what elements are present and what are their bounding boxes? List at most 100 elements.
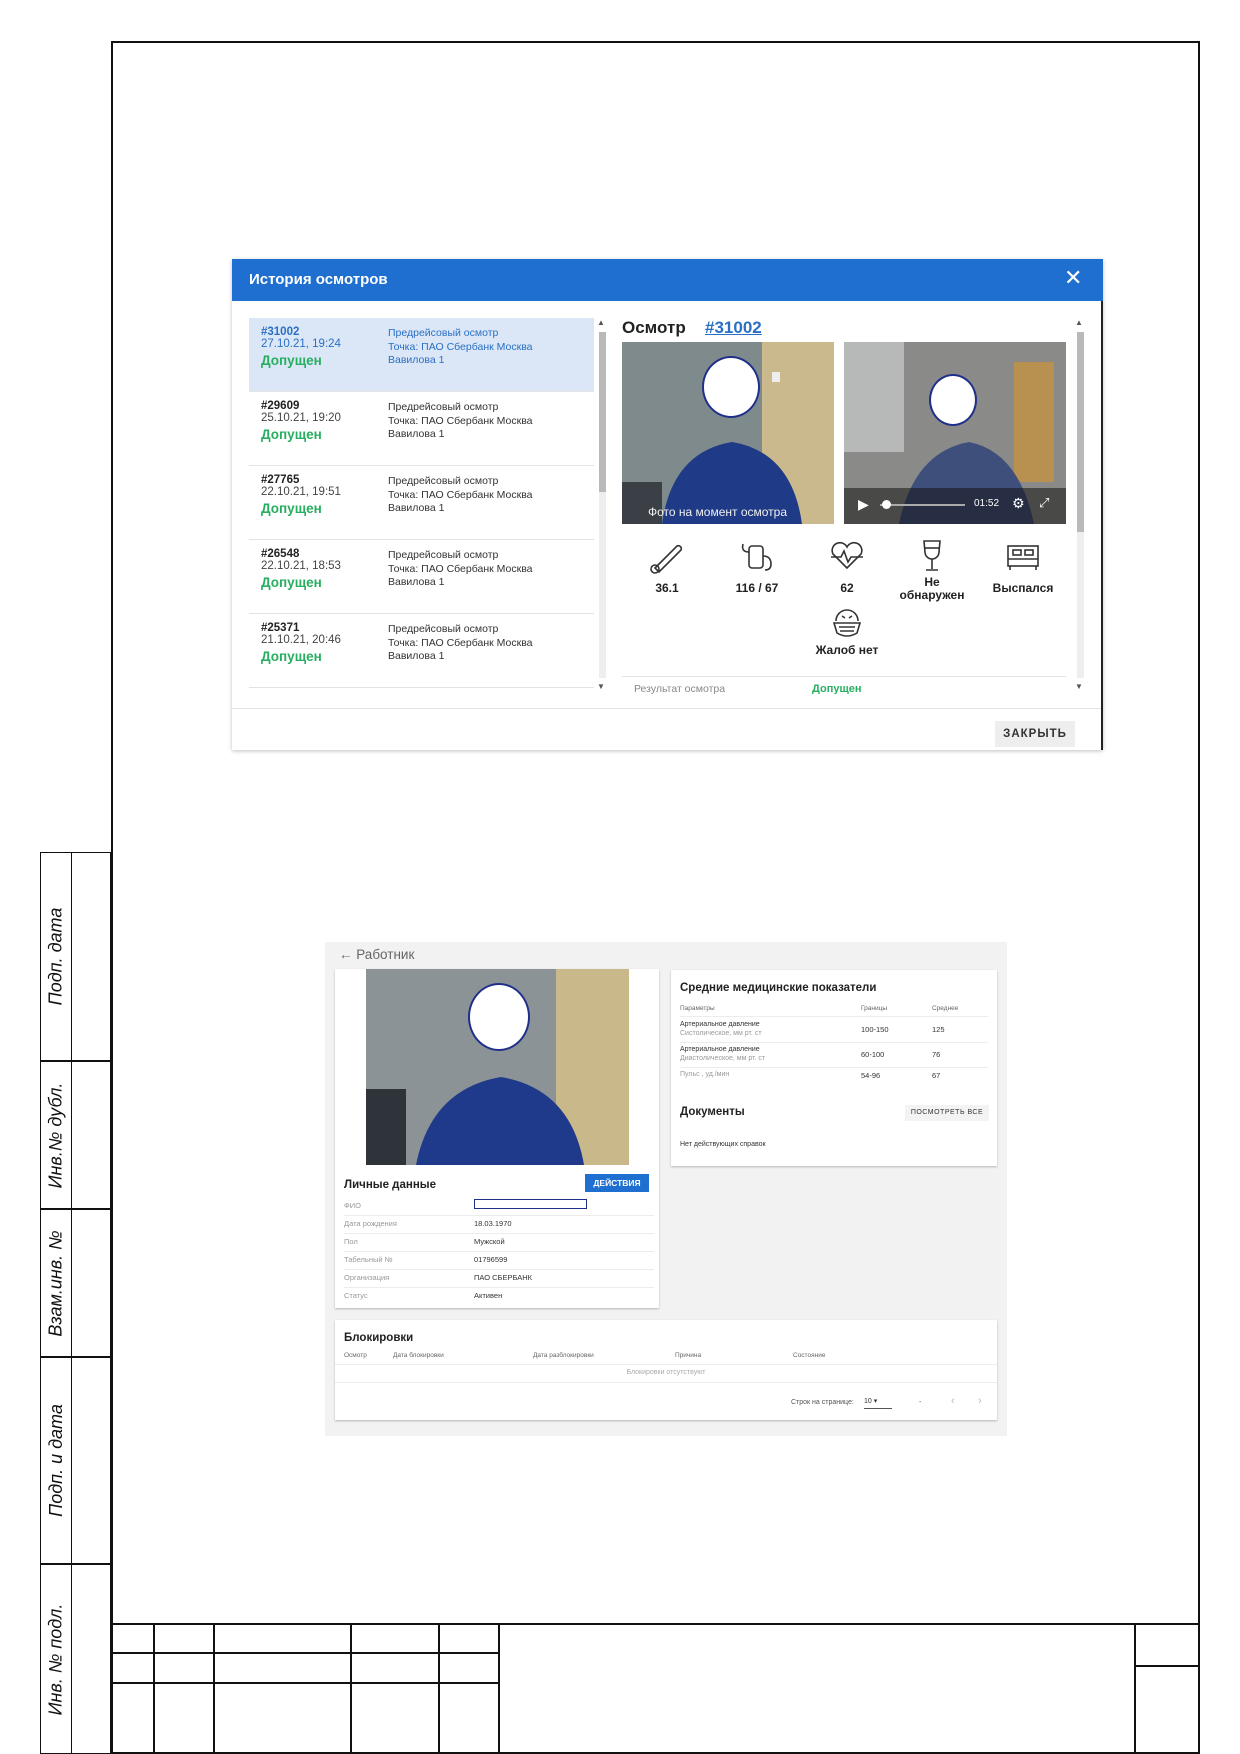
exam-list-item[interactable]: #26548 22.10.21, 18:53 Допущен Предрейсо… bbox=[249, 540, 594, 614]
video-progress[interactable] bbox=[880, 504, 965, 506]
exam-list-item[interactable]: #31002 27.10.21, 19:24 Допущен Предрейсо… bbox=[249, 318, 594, 392]
title-block-line bbox=[1134, 1623, 1136, 1754]
complaints-value: Жалоб нет bbox=[815, 643, 879, 657]
medical-range: 100-150 bbox=[861, 1025, 889, 1034]
personal-key: Пол bbox=[344, 1237, 358, 1246]
close-icon[interactable]: ✕ bbox=[1064, 267, 1082, 289]
view-all-button[interactable]: ПОСМОТРЕТЬ ВСЕ bbox=[905, 1105, 989, 1121]
personal-row-organization: Организация ПАО СБЕРБАНК bbox=[344, 1269, 654, 1288]
personal-row-birthdate: Дата рождения 18.03.1970 bbox=[344, 1215, 654, 1234]
medical-row-systolic: Артериальное давление Систолическое, мм … bbox=[680, 1017, 988, 1043]
video-time: 01:52 bbox=[974, 498, 1000, 509]
detail-title: Осмотр bbox=[622, 318, 686, 337]
video-progress-knob[interactable] bbox=[882, 500, 891, 509]
medical-param-sub: Диастолическое, мм рт. ст bbox=[680, 1055, 766, 1062]
exam-status: Допущен bbox=[261, 427, 322, 442]
personal-key: Статус bbox=[344, 1291, 368, 1300]
medical-range: 60-100 bbox=[861, 1050, 885, 1059]
metric-blood-pressure: 116 / 67 bbox=[712, 538, 802, 595]
scroll-thumb[interactable] bbox=[599, 332, 606, 492]
medical-row-pulse: Пульс , уд./мин 54-96 67 bbox=[680, 1067, 988, 1084]
exam-status: Допущен bbox=[261, 575, 322, 590]
metric-temperature: 36.1 bbox=[622, 538, 712, 595]
gear-icon[interactable]: ⚙ bbox=[1012, 495, 1025, 512]
detail-scrollbar[interactable]: ▲ ▼ bbox=[1074, 318, 1086, 694]
exam-type: Предрейсовый осмотр bbox=[388, 623, 499, 635]
personal-row-personnel-number: Табельный № 01796599 bbox=[344, 1251, 654, 1270]
exam-history-modal: История осмотров ✕ #31002 27.10.21, 19:2… bbox=[232, 259, 1103, 750]
modal-edge bbox=[1101, 301, 1103, 750]
fullscreen-icon[interactable]: ⤢ bbox=[1039, 495, 1049, 511]
chevron-left-icon[interactable]: ‹ bbox=[951, 1395, 955, 1407]
medical-indicators-card: Средние медицинские показатели Параметры… bbox=[671, 970, 997, 1166]
video-controls: ▶ 01:52 ⚙ ⤢ bbox=[844, 488, 1066, 524]
personal-key: ФИО bbox=[344, 1201, 361, 1210]
exam-date: 25.10.21, 19:20 bbox=[261, 412, 341, 424]
stamp-cell-dup-inv: Инв.№ дубл. bbox=[40, 1061, 111, 1209]
exam-date: 21.10.21, 20:46 bbox=[261, 634, 341, 646]
exam-address: Вавилова 1 bbox=[388, 354, 445, 366]
medical-average: 76 bbox=[932, 1050, 941, 1059]
medical-param: Артериальное давление bbox=[680, 1021, 760, 1028]
metric-alcohol: Не обнаружен bbox=[887, 538, 977, 602]
stamp-label: Подп. и дата bbox=[45, 1404, 66, 1517]
scroll-down-icon[interactable]: ▼ bbox=[1075, 682, 1083, 691]
exam-point: Точка: ПАО Сбербанк Москва bbox=[388, 414, 533, 427]
back-link[interactable]: ← Работник bbox=[339, 947, 414, 962]
exam-id: #25371 bbox=[261, 622, 300, 634]
no-documents-text: Нет действующих справок bbox=[680, 1141, 766, 1148]
pagination-range: - bbox=[919, 1399, 922, 1406]
medical-header-range: Границы bbox=[861, 1005, 887, 1012]
personal-key: Организация bbox=[344, 1273, 390, 1282]
exam-date: 22.10.21, 19:51 bbox=[261, 486, 341, 498]
face-mask-icon bbox=[832, 609, 862, 637]
exam-description: Предрейсовый осмотр Точка: ПАО Сбербанк … bbox=[388, 623, 588, 664]
face-blur bbox=[702, 356, 760, 418]
metric-pulse: 62 bbox=[802, 538, 892, 595]
exam-video[interactable]: ▶ 01:52 ⚙ ⤢ bbox=[844, 342, 1066, 524]
chevron-right-icon[interactable]: › bbox=[978, 1395, 982, 1407]
blocks-divider bbox=[335, 1364, 997, 1365]
exam-status: Допущен bbox=[261, 501, 322, 516]
personal-row-fio: ФИО bbox=[344, 1197, 654, 1216]
exam-list-scrollbar[interactable]: ▲ ▼ bbox=[596, 318, 608, 694]
title-block-line bbox=[111, 1682, 498, 1684]
medical-header-params: Параметры bbox=[680, 1005, 715, 1012]
medical-range: 54-96 bbox=[861, 1071, 881, 1080]
exam-id: #26548 bbox=[261, 548, 300, 560]
chevron-down-icon: ▾ bbox=[873, 1398, 878, 1405]
scroll-thumb[interactable] bbox=[1077, 332, 1084, 532]
modal-footer-divider bbox=[232, 708, 1101, 709]
exam-point: Точка: ПАО Сбербанк Москва bbox=[388, 562, 533, 575]
result-row: Результат осмотра Допущен bbox=[622, 676, 1066, 694]
metric-sleep: Выспался bbox=[978, 538, 1068, 595]
title-block-line bbox=[498, 1623, 500, 1754]
actions-button[interactable]: ДЕЙСТВИЯ bbox=[585, 1174, 649, 1192]
scroll-up-icon[interactable]: ▲ bbox=[1075, 318, 1083, 327]
exam-number-link[interactable]: #31002 bbox=[705, 318, 762, 338]
face-blur bbox=[929, 374, 977, 426]
exam-type: Предрейсовый осмотр bbox=[388, 327, 499, 339]
blocks-header-reason: Причина bbox=[675, 1352, 702, 1359]
title-block-line bbox=[213, 1623, 215, 1754]
exam-date: 27.10.21, 19:24 bbox=[261, 338, 341, 350]
medical-header-average: Среднее bbox=[932, 1005, 959, 1012]
scroll-up-icon[interactable]: ▲ bbox=[597, 318, 605, 327]
scroll-down-icon[interactable]: ▼ bbox=[597, 682, 605, 691]
exam-list-item[interactable]: #29609 25.10.21, 19:20 Допущен Предрейсо… bbox=[249, 392, 594, 466]
blocks-header-state: Состояние bbox=[793, 1352, 826, 1359]
stamp-label: Инв.№ дубл. bbox=[45, 1082, 66, 1188]
exam-list-item[interactable]: #25371 21.10.21, 20:46 Допущен Предрейсо… bbox=[249, 614, 594, 688]
close-button[interactable]: ЗАКРЫТЬ bbox=[995, 721, 1075, 747]
personal-value: ПАО СБЕРБАНК bbox=[474, 1273, 533, 1282]
play-icon[interactable]: ▶ bbox=[858, 496, 869, 513]
blood-pressure-value: 116 / 67 bbox=[735, 581, 779, 595]
alcohol-value-line2: обнаружен bbox=[899, 588, 965, 602]
blood-pressure-icon bbox=[741, 543, 772, 571]
modal-header: История осмотров ✕ bbox=[232, 259, 1103, 301]
exam-list-item[interactable]: #27765 22.10.21, 19:51 Допущен Предрейсо… bbox=[249, 466, 594, 540]
stamp-cell-sign-and-date: Подп. и дата bbox=[40, 1357, 111, 1564]
exam-type: Предрейсовый осмотр bbox=[388, 549, 499, 561]
rows-per-page-select[interactable]: 10 ▾ bbox=[864, 1397, 892, 1409]
blocks-header-block-date: Дата блокировки bbox=[393, 1352, 444, 1359]
